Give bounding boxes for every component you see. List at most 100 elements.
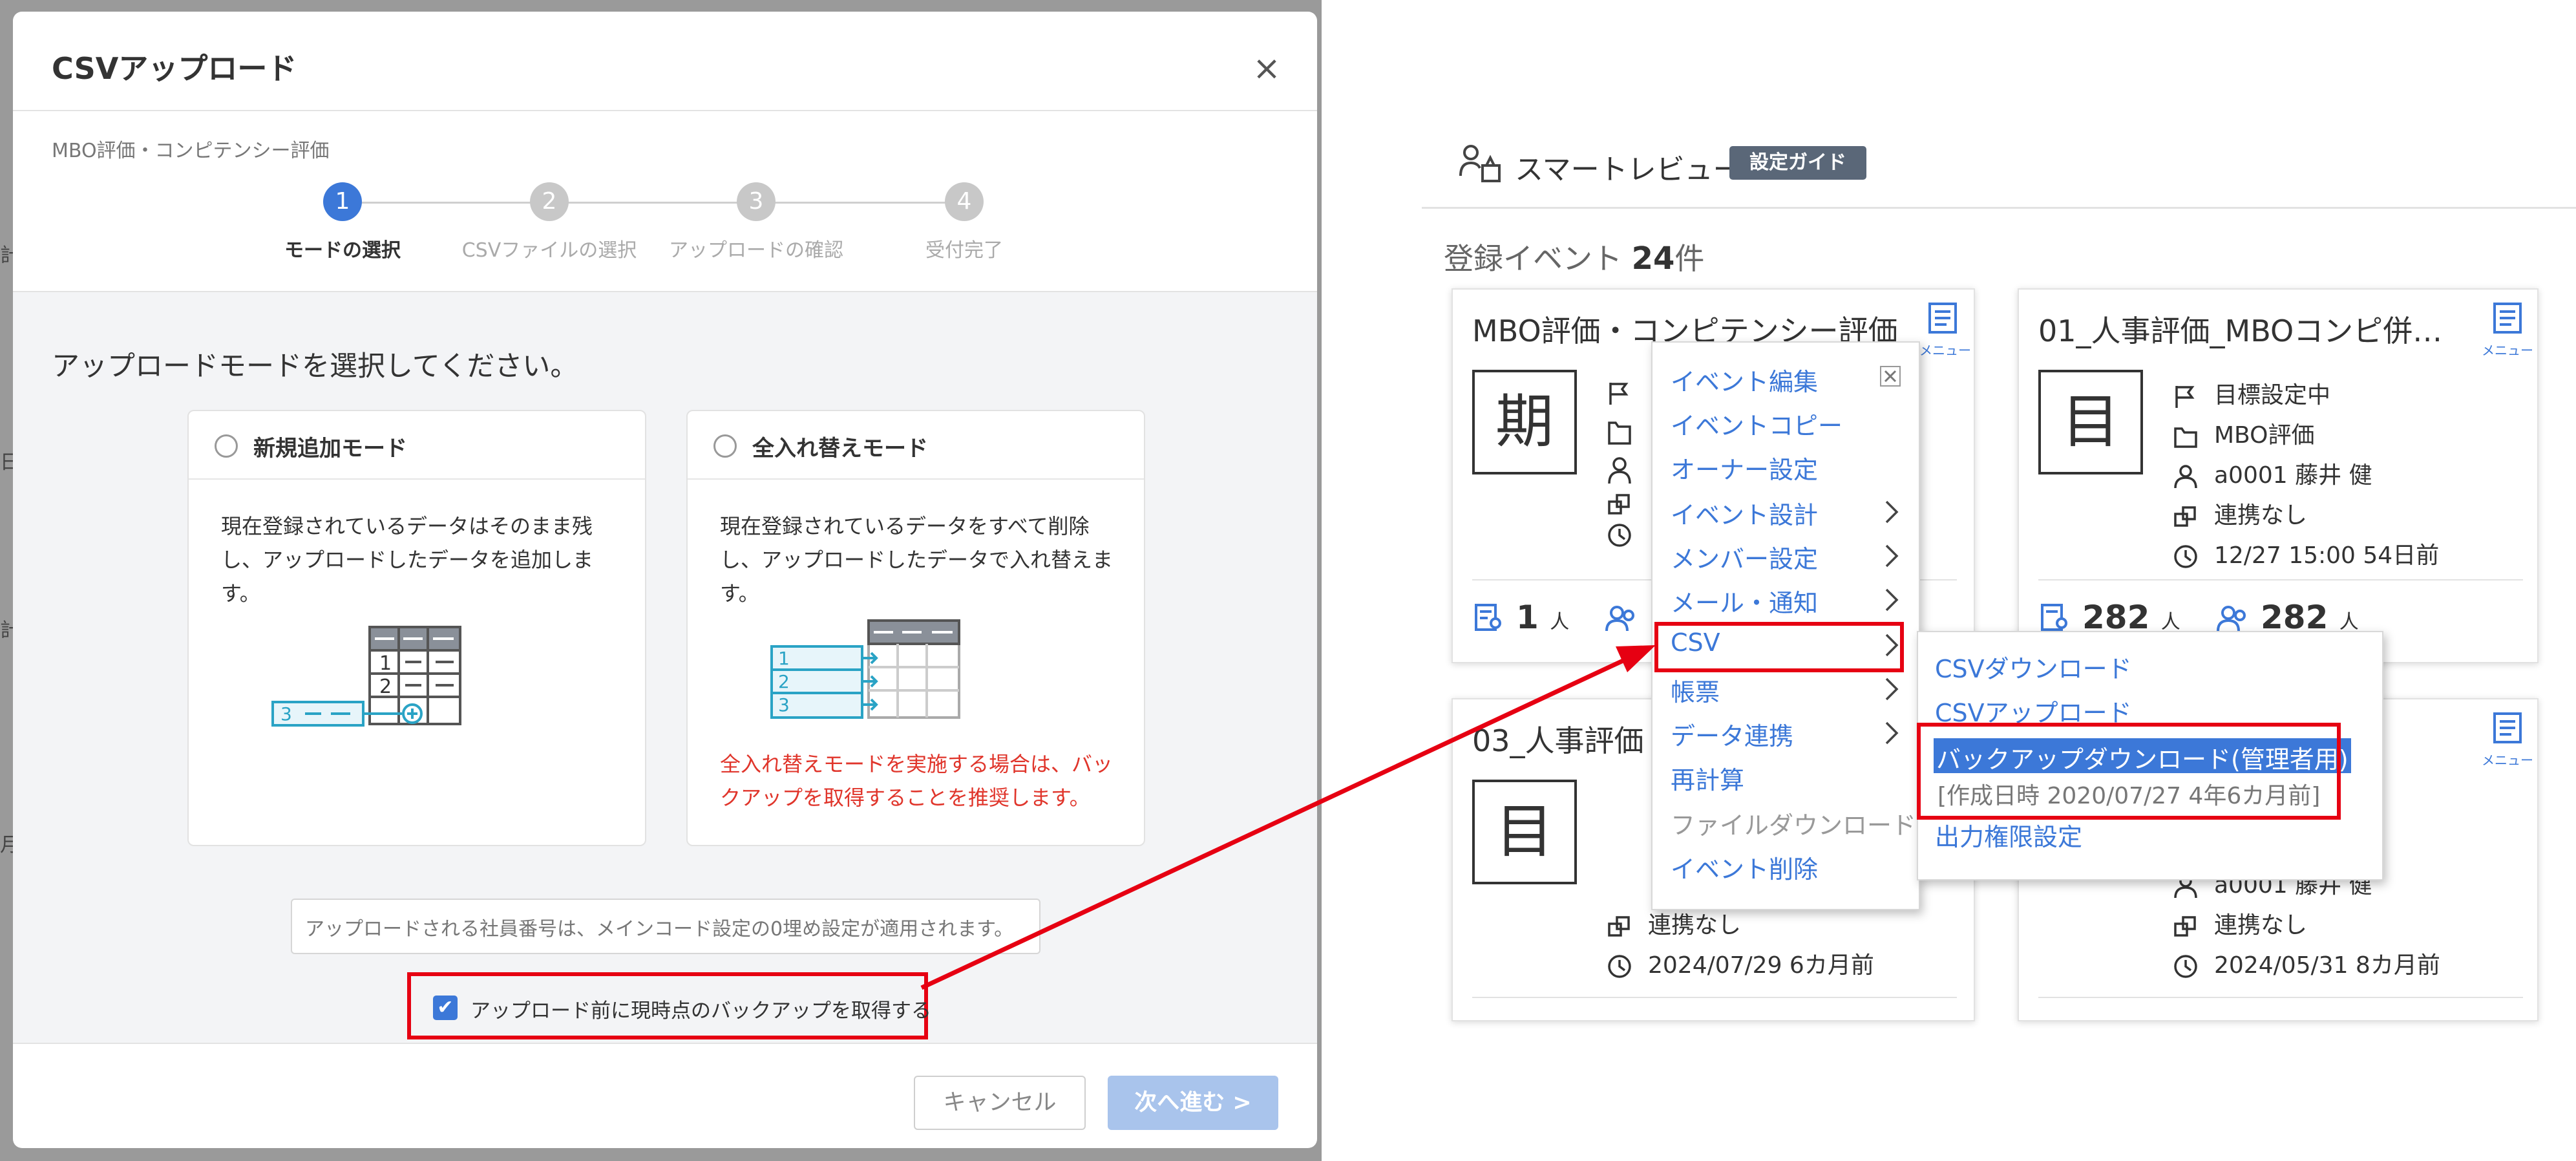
diagram-row-label: 1	[778, 648, 790, 669]
close-icon[interactable]	[1880, 366, 1901, 387]
divider	[1422, 207, 2576, 209]
menu-label[interactable]: メニュー	[1919, 340, 1971, 359]
folder-icon	[2174, 427, 2197, 448]
evaluatee-icon	[2041, 604, 2067, 631]
modal-body: アップロードモードを選択してください。 新規追加モード 現在登録されているデータ…	[13, 291, 1317, 1044]
step-4-circle: 4	[945, 182, 984, 221]
event-status: 目標設定中	[2173, 376, 2330, 410]
submenu-csv-download[interactable]: CSVダウンロード	[1935, 649, 2132, 685]
menu-icon[interactable]	[2486, 710, 2531, 755]
step-connector	[549, 202, 750, 204]
chevron-right-icon	[1885, 588, 1899, 612]
mode-warning: 全入れ替えモードを実施する場合は、バックアップを取得することを推奨します。	[720, 752, 1114, 810]
event-card[interactable]: 01_人事評価_MBOコンピ併… メニュー 目 目標設定中 MBO評価 a000…	[2018, 288, 2539, 663]
menu-item-forms[interactable]: 帳票	[1671, 672, 1720, 708]
event-owner: a0001 藤井 健	[2173, 456, 2372, 490]
divider	[2038, 997, 2523, 998]
link-text: 連携なし	[1648, 912, 1742, 939]
menu-item-owner-settings[interactable]: オーナー設定	[1671, 450, 1818, 485]
event-kanji: 目	[2038, 370, 2143, 474]
stat-unit: 人	[2160, 611, 2180, 634]
cancel-button[interactable]: キャンセル	[914, 1076, 1086, 1130]
stat-unit: 人	[1550, 611, 1570, 634]
setup-guide-badge[interactable]: 設定ガイド	[1729, 146, 1866, 180]
event-link: 連携なし	[1607, 906, 1741, 940]
menu-item-event-copy[interactable]: イベントコピー	[1671, 406, 1842, 442]
mode-card-add[interactable]: 新規追加モード 現在登録されているデータはそのまま残し、アップロードしたデータを…	[187, 410, 646, 846]
breadcrumb: MBO評価・コンピテンシー評価	[52, 140, 330, 162]
event-detail-icons	[1608, 383, 1631, 547]
divider	[1472, 997, 1957, 998]
event-card-title[interactable]: 01_人事評価_MBOコンピ併…	[2038, 308, 2442, 350]
close-icon[interactable]: ×	[1247, 49, 1286, 88]
menu-label[interactable]: メニュー	[2482, 750, 2533, 769]
link-text: 連携なし	[2214, 502, 2308, 529]
step-2-label: CSVファイルの選択	[461, 239, 637, 262]
event-kanji: 目	[1472, 780, 1577, 884]
menu-item-mail-notification[interactable]: メール・通知	[1671, 583, 1818, 619]
menu-item-member-settings[interactable]: メンバー設定	[1671, 539, 1818, 575]
link-icon	[2174, 506, 2196, 527]
stat-unit: 人	[2339, 611, 2359, 634]
time-text: 2024/05/31 8カ月前	[2214, 952, 2440, 979]
evaluator-icon	[1605, 606, 1634, 632]
menu-item-event-edit[interactable]: イベント編集	[1671, 362, 1818, 398]
status-text: 目標設定中	[2214, 382, 2331, 409]
next-button[interactable]: 次へ進む >	[1108, 1076, 1278, 1130]
stat-value: 1	[1516, 599, 1539, 636]
backup-download-highlight-box	[1917, 723, 2341, 820]
event-card-title[interactable]: 03_人事評価	[1472, 718, 1644, 760]
mode-card-replace[interactable]: 全入れ替えモード 現在登録されているデータをすべて削除し、アップロードしたデータ…	[686, 410, 1145, 846]
clock-icon	[1608, 955, 1631, 978]
event-count: 登録イベント 24件	[1444, 235, 1704, 278]
clock-icon	[2174, 955, 2197, 978]
menu-item-file-download: ファイルダウンロード	[1671, 811, 1917, 840]
submenu-output-permission[interactable]: 出力権限設定	[1935, 817, 2082, 853]
clock-icon	[2174, 545, 2197, 568]
event-time: 2024/05/31 8カ月前	[2173, 946, 2440, 980]
select-prompt: アップロードモードを選択してください。	[52, 350, 578, 383]
link-icon	[2174, 916, 2196, 937]
edge-glyph: 日	[0, 451, 19, 474]
menu-icon[interactable]	[2486, 300, 2531, 345]
csv-upload-modal: CSVアップロード × MBO評価・コンピテンシー評価 1 2 3 4 モードの…	[13, 12, 1317, 1148]
event-count-value: 24	[1631, 240, 1675, 277]
diagram-row-label: 2	[778, 671, 790, 692]
radio-add-mode[interactable]	[215, 434, 238, 458]
event-count-suffix: 件	[1674, 241, 1705, 276]
evaluatee-count: 1 人	[1516, 599, 1569, 636]
event-link: 連携なし	[2173, 906, 2307, 940]
flag-icon	[2175, 386, 2195, 408]
mode-card-header: 新規追加モード	[189, 411, 645, 480]
link-icon	[1608, 916, 1630, 937]
diagram-row-label: 1	[379, 652, 392, 675]
menu-item-event-delete[interactable]: イベント削除	[1671, 849, 1818, 885]
step-2-circle: 2	[530, 182, 569, 221]
mode-title: 全入れ替えモード	[752, 436, 928, 462]
folder-text: MBO評価	[2214, 422, 2315, 449]
menu-label[interactable]: メニュー	[2482, 340, 2533, 359]
radio-replace-mode[interactable]	[713, 434, 737, 458]
backup-checkbox-row[interactable]: ✔ アップロード前に現時点のバックアップを取得する	[407, 972, 931, 1039]
modal-title: CSVアップロード	[52, 51, 297, 86]
mode-description: 現在登録されているデータをすべて削除し、アップロードしたデータで入れ替えます。	[720, 514, 1114, 606]
backup-checkbox-label[interactable]: アップロード前に現時点のバックアップを取得する	[470, 994, 931, 1023]
step-3-label: アップロードの確認	[669, 239, 843, 262]
menu-item-data-link[interactable]: データ連携	[1671, 716, 1793, 752]
chevron-right-icon	[1885, 677, 1899, 701]
mode-description: 現在登録されているデータはそのまま残し、アップロードしたデータを追加します。	[221, 514, 594, 606]
step-connector	[756, 202, 956, 204]
divider	[13, 110, 1317, 111]
step-1-circle: 1	[323, 182, 362, 221]
step-4-label: 受付完了	[925, 239, 1003, 262]
chevron-right-icon	[1885, 544, 1899, 568]
mode-card-header: 全入れ替えモード	[688, 411, 1144, 480]
event-count-prefix: 登録イベント	[1444, 241, 1622, 276]
person-icon	[2174, 465, 2197, 489]
evaluator-icon	[2217, 606, 2246, 632]
time-text: 12/27 15:00 54日前	[2214, 542, 2440, 569]
backup-checkbox[interactable]: ✔	[433, 996, 458, 1020]
menu-item-event-design[interactable]: イベント設計	[1671, 495, 1818, 531]
menu-item-recalculate[interactable]: 再計算	[1671, 760, 1744, 796]
menu-icon[interactable]	[1921, 300, 1966, 345]
